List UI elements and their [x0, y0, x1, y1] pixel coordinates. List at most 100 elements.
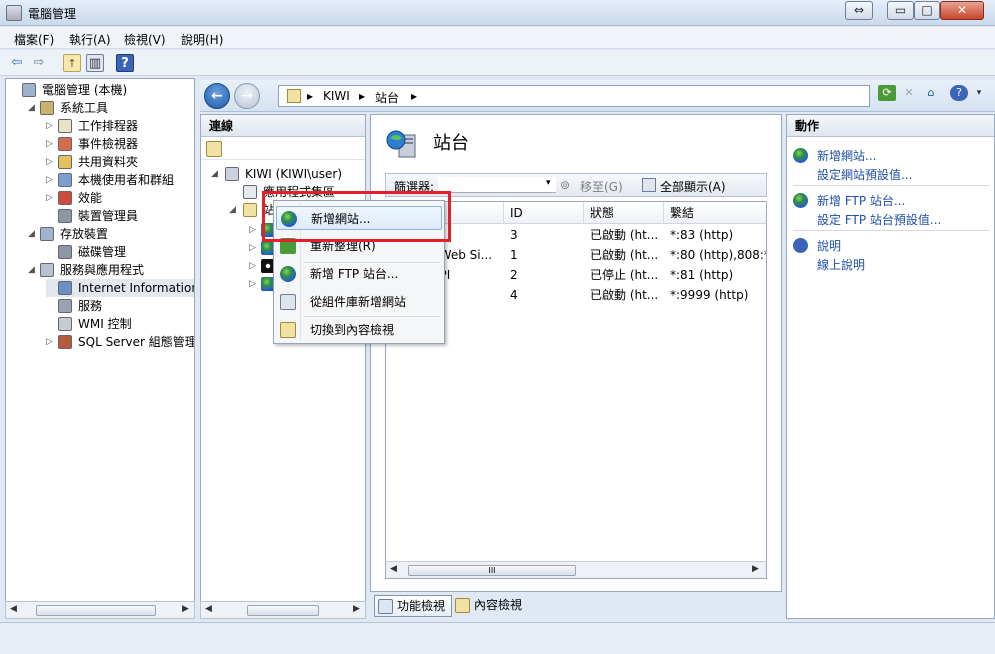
computer-management-icon	[6, 5, 22, 21]
content-view-icon	[455, 598, 470, 613]
action-link[interactable]: 新增網站...	[817, 147, 876, 164]
breadcrumb-sep: ▸	[359, 89, 366, 103]
expand-arrow-icon[interactable]: ▷	[46, 189, 56, 207]
iis-icon	[58, 281, 72, 295]
scroll-right-icon[interactable]: ▶	[752, 564, 759, 574]
col-binding[interactable]: 繫結	[664, 202, 766, 224]
refresh-icon[interactable]: ⟳	[878, 85, 896, 101]
help-icon[interactable]: ?	[950, 85, 968, 101]
scroll-thumb[interactable]: III	[408, 565, 576, 576]
menu-separator	[304, 316, 440, 317]
gallery-icon	[280, 294, 296, 310]
breadcrumb-sep: ▸	[307, 89, 314, 103]
col-id[interactable]: ID	[504, 202, 584, 224]
highlight-annotation	[262, 191, 451, 242]
home-icon[interactable]: ⌂	[922, 85, 940, 101]
menu-bar: 檔案(F) 執行(A) 檢視(V) 說明(H)	[0, 27, 995, 49]
toolbar: ⇦ ⇨ ↑ ▥ ?	[0, 50, 995, 76]
gear-icon	[58, 299, 72, 313]
filter-input[interactable]	[438, 177, 556, 193]
cell-status: 已啟動 (ht...	[590, 228, 659, 242]
restore-alt-button[interactable]: ⇔	[845, 1, 873, 20]
chevron-down-icon[interactable]: ▾	[970, 85, 988, 101]
binoculars-icon: ⊚	[560, 178, 571, 192]
window-title: 電腦管理	[28, 7, 77, 21]
ctx-add-ftp-label: 新增 FTP 站台...	[310, 267, 399, 281]
expand-arrow-icon[interactable]: ▷	[46, 171, 56, 189]
maximize-button[interactable]: □	[914, 1, 940, 20]
expand-arrow-icon[interactable]: ◢	[28, 261, 38, 279]
menu-help[interactable]: 說明(H)	[181, 31, 223, 48]
tree-item-label: 服務與應用程式	[60, 263, 145, 277]
chevron-down-icon[interactable]: ▾	[546, 178, 551, 188]
connect-icon[interactable]	[206, 141, 222, 157]
performance-icon	[58, 191, 72, 205]
close-button[interactable]: ✕	[940, 1, 984, 20]
forward-icon[interactable]: →	[234, 83, 260, 109]
scroll-thumb[interactable]	[247, 605, 319, 616]
tree-item-label: 存放裝置	[60, 227, 109, 241]
expand-arrow-icon[interactable]: ◢	[28, 99, 38, 117]
breadcrumb-sites[interactable]: 站台	[375, 89, 399, 106]
iis-address-bar: ← → ▸ KIWI ▸ 站台 ▸ ⟳ ✕ ⌂ ? ▾	[200, 80, 995, 112]
expand-arrow-icon[interactable]: ◢	[211, 165, 221, 183]
scroll-left-icon[interactable]: ◀	[205, 604, 212, 614]
status-bar	[0, 622, 995, 654]
scroll-thumb[interactable]	[36, 605, 156, 616]
sites-icon	[385, 127, 419, 161]
cell-id: 1	[510, 248, 518, 262]
up-folder-icon[interactable]: ↑	[63, 54, 81, 72]
console-tree-hscrollbar[interactable]: ◀ ▶	[5, 601, 195, 619]
action-link[interactable]: 說明	[817, 237, 841, 254]
disk-icon	[58, 245, 72, 259]
expand-arrow-icon[interactable]: ◢	[28, 225, 38, 243]
go-button[interactable]: 移至(G)	[580, 178, 623, 195]
scroll-right-icon[interactable]: ▶	[353, 604, 360, 614]
cell-status: 已啟動 (ht...	[590, 248, 659, 262]
forward-arrow-icon[interactable]: ⇨	[30, 54, 48, 72]
action-link[interactable]: 設定 FTP 站台預設值...	[817, 211, 941, 228]
scroll-right-icon[interactable]: ▶	[182, 604, 189, 614]
server-icon	[225, 167, 239, 181]
tab-content-view[interactable]: 內容檢視	[452, 595, 528, 617]
minimize-button[interactable]: ▭	[887, 1, 914, 20]
connections-hscrollbar[interactable]: ◀ ▶	[200, 601, 366, 619]
app-pool-icon	[243, 185, 257, 199]
menu-view[interactable]: 檢視(V)	[124, 31, 166, 48]
connections-toolbar	[201, 138, 365, 160]
breadcrumb[interactable]: ▸ KIWI ▸ 站台 ▸	[278, 85, 870, 107]
action-link[interactable]: 設定網站預設值...	[817, 166, 912, 183]
scroll-left-icon[interactable]: ◀	[390, 564, 397, 574]
services-apps-icon	[40, 263, 54, 277]
globe-add-icon	[793, 193, 808, 208]
list-hscrollbar[interactable]: ◀ III ▶	[386, 561, 766, 578]
ctx-add-from-gallery[interactable]: 從組件庫新增網站	[276, 290, 442, 314]
tree-item[interactable]: Internet Information Se	[46, 279, 194, 297]
connections-panel: 連線 ◢ KIWI (KIWI\user) 應用程式集區 ◢ 站台 ▷ ▷ ▷ …	[200, 114, 366, 619]
expand-arrow-icon[interactable]: ▷	[46, 153, 56, 171]
ctx-add-ftp[interactable]: 新增 FTP 站台...	[276, 262, 442, 286]
expand-arrow-icon[interactable]: ▷	[46, 117, 56, 135]
action-link[interactable]: 新增 FTP 站台...	[817, 192, 905, 209]
help-icon[interactable]: ?	[116, 54, 134, 72]
expand-arrow-icon[interactable]: ▷	[46, 135, 56, 153]
show-hide-tree-icon[interactable]: ▥	[86, 54, 104, 72]
menu-action[interactable]: 執行(A)	[69, 31, 111, 48]
back-icon[interactable]: ←	[204, 83, 230, 109]
expand-arrow-icon[interactable]: ▷	[46, 333, 56, 351]
expand-arrow-icon[interactable]: ◢	[229, 201, 239, 219]
col-status[interactable]: 狀態	[584, 202, 664, 224]
scroll-left-icon[interactable]: ◀	[10, 604, 17, 614]
ctx-switch-content-view[interactable]: 切換到內容檢視	[276, 318, 442, 342]
tab-features-view[interactable]: 功能檢視	[374, 595, 453, 617]
back-arrow-icon[interactable]: ⇦	[8, 54, 26, 72]
breadcrumb-server[interactable]: KIWI	[323, 89, 350, 103]
show-all-button[interactable]: 全部顯示(A)	[660, 178, 726, 195]
menu-file[interactable]: 檔案(F)	[14, 31, 54, 48]
stop-icon[interactable]: ✕	[900, 85, 918, 101]
action-link[interactable]: 線上說明	[817, 256, 865, 273]
help-icon	[793, 238, 808, 253]
event-viewer-icon	[58, 137, 72, 151]
iis-home-icon	[287, 89, 301, 103]
actions-panel: 動作 新增網站... 設定網站預設值... 新增 FTP 站台... 設定 FTP 站…	[786, 114, 995, 619]
